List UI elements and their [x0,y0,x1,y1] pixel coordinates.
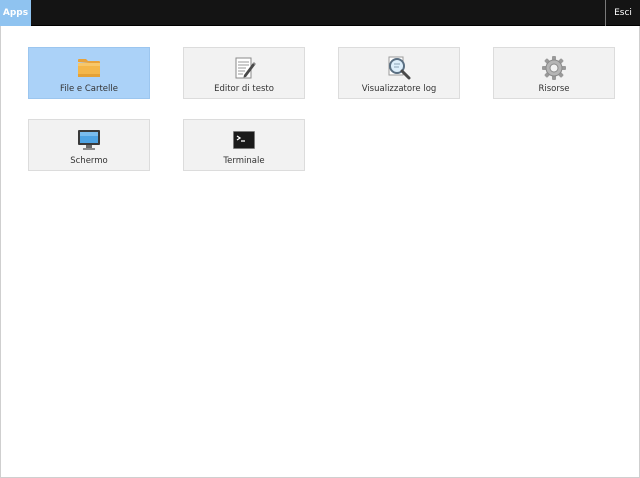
gear-icon [542,56,566,80]
app-tile-label: Visualizzatore log [361,84,437,94]
app-tile-display[interactable]: Schermo [28,119,150,171]
app-tile-label: Schermo [70,156,108,166]
app-tile-label: Risorse [538,84,570,94]
app-tile-log-viewer[interactable]: Visualizzatore log [338,47,460,99]
folder-icon [78,59,100,77]
terminal-icon [233,131,255,149]
monitor-icon [78,130,100,150]
app-tile-files[interactable]: File e Cartelle [28,47,150,99]
app-tile-text-editor[interactable]: Editor di testo [183,47,305,99]
exit-button[interactable]: Esci [605,0,640,26]
app-tile-terminal[interactable]: Terminale [183,119,305,171]
app-tile-label: Terminale [223,156,265,166]
apps-tab[interactable]: Apps [0,0,31,26]
top-bar: Apps Esci [0,0,640,26]
text-editor-icon [235,57,256,79]
app-tile-label: Editor di testo [214,84,274,94]
app-launcher: File e Cartelle Editor di testo Visualiz… [0,26,640,478]
app-tile-resources[interactable]: Risorse [493,47,615,99]
magnifier-icon [388,56,411,80]
app-tile-label: File e Cartelle [59,84,118,94]
